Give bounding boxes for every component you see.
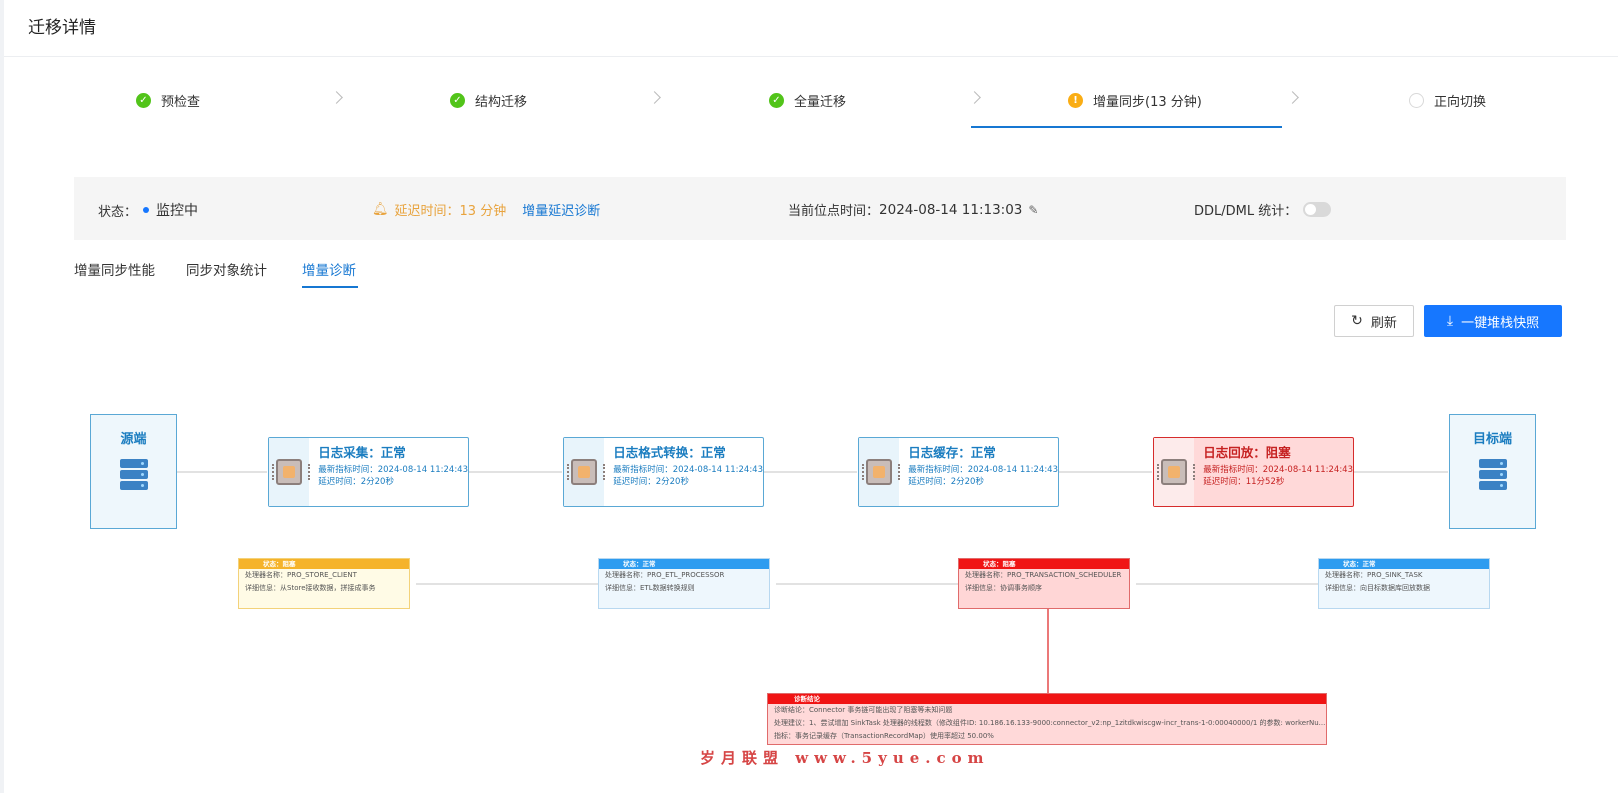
target-endpoint[interactable]: 目标端 — [1449, 414, 1536, 529]
process-delay: 延迟时间：2分20秒 — [908, 477, 984, 487]
worker-status: 状态：阻塞 — [959, 559, 1129, 569]
worker-detail: 详细信息：从Store接收数据，拼接成事务 — [245, 584, 376, 592]
diagnosis-metric: 指标：事务记录缓存（TransactionRecordMap）使用率超过 50.… — [774, 732, 994, 740]
source-endpoint[interactable]: 源端 — [90, 414, 177, 529]
diagnosis-conclusion-box: 诊断结论 诊断结论：Connector 事务链可能出现了阻塞等未知问题 处理建议… — [767, 693, 1327, 745]
process-name: 日志回放：阻塞 — [1203, 445, 1291, 460]
process-name: 日志采集：正常 — [318, 445, 406, 460]
worker-transaction-scheduler[interactable]: 状态：阻塞 处理器名称：PRO_TRANSACTION_SCHEDULER 详细… — [958, 558, 1130, 609]
page-title: 迁移详情 — [28, 18, 96, 38]
process-log-replay[interactable]: 日志回放：阻塞 最新指标时间：2024-08-14 11:24:43 延迟时间：… — [1153, 437, 1354, 507]
diagnosis-header: 诊断结论 — [768, 694, 1326, 704]
cpu-chip-icon — [1157, 459, 1196, 485]
cpu-chip-icon — [272, 459, 311, 485]
process-log-format-conversion[interactable]: 日志格式转换：正常 最新指标时间：2024-08-14 11:24:43 延迟时… — [563, 437, 764, 507]
process-delay: 延迟时间：2分20秒 — [318, 477, 394, 487]
process-log-collection[interactable]: 日志采集：正常 最新指标时间：2024-08-14 11:24:43 延迟时间：… — [268, 437, 469, 507]
worker-detail: 详细信息：协调事务顺序 — [965, 584, 1042, 592]
process-log-cache[interactable]: 日志缓存：正常 最新指标时间：2024-08-14 11:24:43 延迟时间：… — [858, 437, 1059, 507]
cpu-chip-icon — [862, 459, 901, 485]
worker-status: 状态：正常 — [599, 559, 769, 569]
worker-status: 状态：阻塞 — [239, 559, 409, 569]
worker-name: 处理器名称：PRO_STORE_CLIENT — [245, 571, 357, 579]
diagnosis-conclusion: 诊断结论：Connector 事务链可能出现了阻塞等未知问题 — [774, 706, 953, 714]
diagram-connectors — [176, 471, 1448, 693]
process-name: 日志缓存：正常 — [908, 445, 996, 460]
process-time: 最新指标时间：2024-08-14 11:24:43 — [1203, 465, 1353, 475]
worker-name: 处理器名称：PRO_SINK_TASK — [1325, 571, 1423, 579]
server-icon — [1478, 459, 1507, 490]
target-label: 目标端 — [1472, 432, 1512, 447]
process-time: 最新指标时间：2024-08-14 11:24:43 — [613, 465, 763, 475]
chip-icon-cell — [859, 438, 901, 506]
process-delay: 延迟时间：11分52秒 — [1203, 477, 1285, 487]
worker-name: 处理器名称：PRO_TRANSACTION_SCHEDULER — [965, 571, 1122, 579]
watermark: 岁月联盟 www.5yue.com — [700, 749, 990, 767]
cpu-chip-icon — [567, 459, 606, 485]
migration-detail-page: 迁移详情 ✓ 预检查 ✓ 结构迁移 ✓ 全量迁移 ! 增量同步(13 分钟) 正… — [0, 0, 1618, 793]
main-card: ✓ 预检查 ✓ 结构迁移 ✓ 全量迁移 ! 增量同步(13 分钟) 正向切换 状… — [4, 57, 1618, 793]
worker-detail: 详细信息：ETL数据转换规则 — [605, 584, 695, 592]
worker-etl-processor[interactable]: 状态：正常 处理器名称：PRO_ETL_PROCESSOR 详细信息：ETL数据… — [598, 558, 770, 609]
chip-icon-cell — [564, 438, 606, 506]
process-delay: 延迟时间：2分20秒 — [613, 477, 689, 487]
process-time: 最新指标时间：2024-08-14 11:24:43 — [318, 465, 468, 475]
process-time: 最新指标时间：2024-08-14 11:24:43 — [908, 465, 1058, 475]
worker-sink-task[interactable]: 状态：正常 处理器名称：PRO_SINK_TASK 详细信息：向目标数据库回放数… — [1318, 558, 1490, 609]
server-icon — [119, 459, 148, 490]
worker-status: 状态：正常 — [1319, 559, 1489, 569]
diagnosis-suggestion: 处理建议：1、尝试增加 SinkTask 处理器的线程数（修改组件ID: 10.… — [774, 719, 1326, 727]
source-label: 源端 — [120, 432, 147, 447]
process-name: 日志格式转换：正常 — [613, 445, 726, 460]
page-header: 迁移详情 — [4, 0, 1618, 57]
diagnosis-diagram: 源端 目标端 日志采集：正常 最新指标时间：2024-08-14 11:24:4… — [4, 57, 1618, 793]
worker-detail: 详细信息：向目标数据库回放数据 — [1325, 584, 1430, 592]
chip-icon-cell — [269, 438, 311, 506]
worker-name: 处理器名称：PRO_ETL_PROCESSOR — [605, 571, 725, 579]
worker-store-client[interactable]: 状态：阻塞 处理器名称：PRO_STORE_CLIENT 详细信息：从Store… — [238, 558, 410, 609]
chip-icon-cell — [1154, 438, 1196, 506]
